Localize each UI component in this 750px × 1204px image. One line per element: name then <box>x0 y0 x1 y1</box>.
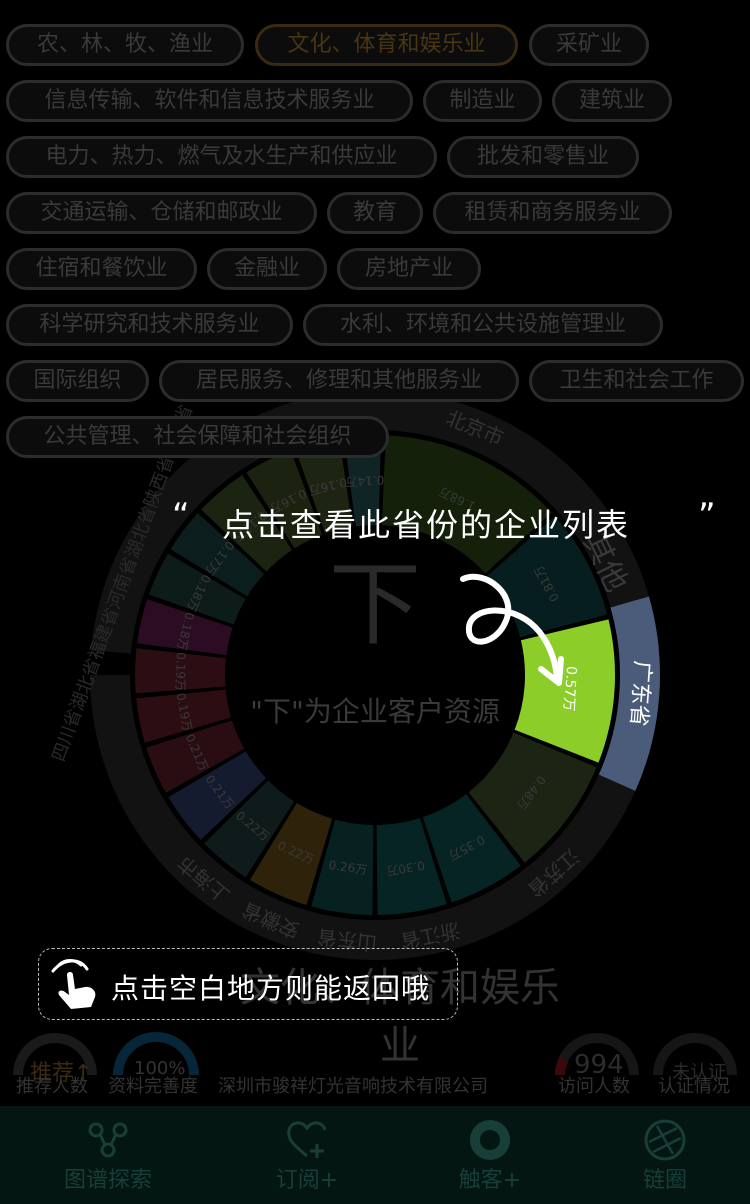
province-list-tip: 点击查看此省份的企业列表 <box>222 506 631 544</box>
aperture-icon <box>644 1119 686 1161</box>
industry-chip[interactable]: 电力、热力、燃气及水生产和供应业 <box>6 136 437 178</box>
donut-icon <box>470 1120 510 1160</box>
industry-chip[interactable]: 信息传输、软件和信息技术服务业 <box>6 80 413 122</box>
tab-reach-customer[interactable]: 触客+ <box>400 1106 580 1204</box>
industry-chip[interactable]: 交通运输、仓储和邮政业 <box>6 192 317 234</box>
tip-quote-close: ” <box>698 496 716 536</box>
industry-chip[interactable]: 制造业 <box>423 80 542 122</box>
wheel-center-description: "下"为企业客户资源 <box>250 695 500 728</box>
tab-subscribe[interactable]: 订阅+ <box>217 1106 397 1204</box>
industry-chip[interactable]: 水利、环境和公共设施管理业 <box>303 304 663 346</box>
visitors-label: 访问人数 <box>558 1076 630 1097</box>
back-hint-box: 点击空白地方则能返回哦 <box>38 948 458 1020</box>
industry-chip-active[interactable]: 文化、体育和娱乐业 <box>255 24 518 66</box>
segment-value-label: 0.14万 <box>345 473 384 489</box>
segment-value-label: 0.19万 <box>173 652 188 691</box>
industry-chip[interactable]: 房地产业 <box>337 248 481 290</box>
tab-chain-circle[interactable]: 链圈 <box>575 1106 750 1204</box>
heart-plus-icon <box>287 1121 327 1158</box>
company-name: 深圳市骏祥灯光音响技术有限公司 <box>218 1076 488 1097</box>
industry-chip[interactable]: 卫生和社会工作 <box>529 360 744 402</box>
industry-chip[interactable]: 教育 <box>327 192 423 234</box>
graph-nodes-icon <box>88 1122 128 1158</box>
completeness-label: 资料完善度 <box>108 1076 198 1097</box>
tip-quote-open: “ <box>172 496 190 536</box>
tab-label: 图谱探索 <box>63 1168 152 1193</box>
tab-label: 订阅+ <box>275 1168 339 1193</box>
industry-chip[interactable]: 科学研究和技术服务业 <box>6 304 293 346</box>
industry-chip[interactable]: 公共管理、社会保障和社会组织 <box>6 416 389 458</box>
cert-label: 认证情况 <box>658 1076 730 1097</box>
curved-arrow-icon <box>460 574 564 686</box>
tab-label: 链圈 <box>642 1168 687 1193</box>
industry-chip[interactable]: 建筑业 <box>552 80 672 122</box>
industry-chip[interactable]: 采矿业 <box>529 24 649 66</box>
industry-chip[interactable]: 农、林、牧、渔业 <box>6 24 244 66</box>
bottom-tab-bar: 图谱探索 订阅+ 触客+ 链圈 <box>0 1106 750 1204</box>
industry-chip[interactable]: 金融业 <box>207 248 327 290</box>
tab-graph-explore[interactable]: 图谱探索 <box>18 1106 198 1204</box>
industry-chip[interactable]: 批发和零售业 <box>447 136 639 178</box>
industry-chip[interactable]: 国际组织 <box>6 360 149 402</box>
tap-hand-icon <box>51 959 96 1009</box>
wheel-center-char: 下 <box>328 551 421 658</box>
recommend-label: 推荐人数 <box>16 1076 88 1097</box>
industry-chip[interactable]: 住宿和餐饮业 <box>6 248 197 290</box>
back-hint-text: 点击空白地方则能返回哦 <box>111 972 431 1005</box>
industry-chip[interactable]: 租赁和商务服务业 <box>433 192 672 234</box>
industry-chip[interactable]: 居民服务、修理和其他服务业 <box>159 360 519 402</box>
tab-label: 触客+ <box>458 1168 522 1193</box>
guangdong-label: 广东省 <box>625 660 655 728</box>
